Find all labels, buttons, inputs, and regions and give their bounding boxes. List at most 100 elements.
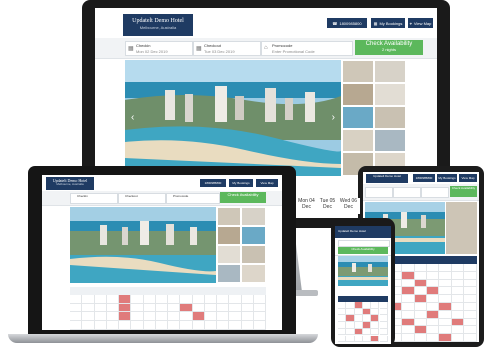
- calendar-cell[interactable]: [168, 312, 181, 322]
- calendar-cell[interactable]: [371, 328, 380, 336]
- calendar-cell[interactable]: [143, 312, 156, 322]
- calendar-cell[interactable]: [414, 287, 427, 296]
- check-availability-button[interactable]: Check Availability: [338, 247, 388, 254]
- view-map-button[interactable]: View Map: [459, 174, 477, 182]
- calendar-cell[interactable]: [82, 312, 95, 322]
- calendar-cell[interactable]: [131, 321, 144, 330]
- calendar-cell[interactable]: [451, 264, 465, 272]
- photo-thumbnail[interactable]: [241, 245, 266, 264]
- calendar-cell[interactable]: [439, 326, 452, 335]
- calendar-cell[interactable]: [346, 328, 355, 336]
- calendar-cell[interactable]: [427, 318, 440, 327]
- calendar-cell[interactable]: [439, 287, 452, 296]
- calendar-cell[interactable]: [464, 303, 477, 311]
- calendar-cell[interactable]: [439, 295, 452, 303]
- calendar-cell[interactable]: [402, 326, 415, 335]
- checkin-field[interactable]: ▦ Checkin Mon 02 Dec 2019: [125, 41, 193, 56]
- calendar-cell[interactable]: [143, 303, 156, 313]
- calendar-cell[interactable]: [464, 295, 477, 303]
- calendar-cell[interactable]: [362, 328, 372, 336]
- calendar-cell[interactable]: [131, 303, 144, 313]
- calendar-cell[interactable]: [180, 312, 193, 322]
- calendar-cell[interactable]: [439, 310, 452, 319]
- calendar-cell[interactable]: [241, 321, 254, 330]
- calendar-cell[interactable]: [362, 315, 372, 323]
- calendar-cell[interactable]: [229, 312, 242, 322]
- calendar-cell[interactable]: [155, 303, 168, 313]
- calendar-cell[interactable]: [451, 279, 465, 288]
- calendar-cell[interactable]: [241, 303, 254, 313]
- calendar-cell[interactable]: [346, 322, 355, 329]
- calendar-cell[interactable]: [371, 308, 380, 316]
- calendar-cell[interactable]: [451, 295, 465, 303]
- calendar-cell[interactable]: [464, 326, 477, 335]
- calendar-cell[interactable]: [439, 303, 452, 311]
- calendar-cell[interactable]: [338, 308, 347, 316]
- hotel-logo[interactable]: Updatelt Demo Hotel Melbourne, Australia: [46, 177, 94, 190]
- calendar-cell[interactable]: [427, 303, 440, 311]
- hotel-logo[interactable]: Updatelt Demo Hotel: [366, 174, 408, 183]
- checkin-field[interactable]: [365, 187, 393, 198]
- calendar-cell[interactable]: [106, 295, 119, 304]
- calendar-cell[interactable]: [427, 334, 440, 342]
- calendar-cell[interactable]: [338, 328, 347, 336]
- calendar-cell[interactable]: [143, 321, 156, 330]
- calendar-cell[interactable]: [371, 322, 380, 329]
- calendar-cell[interactable]: [155, 321, 168, 330]
- calendar-cell[interactable]: [217, 303, 230, 313]
- calendar-cell[interactable]: [70, 312, 83, 322]
- phone-button[interactable]: 1800985800: [413, 174, 435, 182]
- photo-thumbnail[interactable]: [241, 264, 266, 283]
- calendar-cell[interactable]: [379, 335, 388, 342]
- calendar-cell[interactable]: [402, 264, 415, 272]
- calendar-cell[interactable]: [94, 312, 107, 322]
- calendar-cell[interactable]: [119, 295, 132, 304]
- calendar-cell[interactable]: [379, 308, 388, 316]
- calendar-cell[interactable]: [106, 312, 119, 322]
- photo-thumbnail[interactable]: [217, 245, 241, 264]
- checkin-field[interactable]: [338, 240, 390, 247]
- photo-thumbnail[interactable]: [342, 60, 374, 83]
- promocode-field[interactable]: Promocode: [166, 193, 220, 204]
- calendar-cell[interactable]: [155, 312, 168, 322]
- prev-photo-arrow-icon[interactable]: ‹: [131, 112, 134, 123]
- calendar-cell[interactable]: [192, 321, 205, 330]
- calendar-cell[interactable]: [106, 321, 119, 330]
- calendar-cell[interactable]: [180, 303, 193, 313]
- calendar-cell[interactable]: [241, 295, 254, 304]
- calendar-cell[interactable]: [131, 312, 144, 322]
- my-bookings-button[interactable]: ▦ My Bookings: [371, 18, 405, 28]
- calendar-cell[interactable]: [119, 312, 132, 322]
- calendar-cell[interactable]: [402, 295, 415, 303]
- calendar-cell[interactable]: [379, 322, 388, 329]
- calendar-cell[interactable]: [402, 310, 415, 319]
- calendar-cell[interactable]: [402, 318, 415, 327]
- calendar-cell[interactable]: [106, 303, 119, 313]
- calendar-cell[interactable]: [464, 264, 477, 272]
- calendar-cell[interactable]: [464, 310, 477, 319]
- view-map-button[interactable]: ⌖ View Map: [408, 18, 433, 28]
- calendar-cell[interactable]: [414, 310, 427, 319]
- calendar-cell[interactable]: [464, 318, 477, 327]
- check-availability-button[interactable]: Check Availability: [220, 192, 266, 203]
- calendar-cell[interactable]: [168, 321, 181, 330]
- check-availability-button[interactable]: Check Availability 2 nights: [355, 40, 423, 55]
- photo-thumbnail[interactable]: [217, 264, 241, 283]
- check-availability-button[interactable]: Check Availability: [450, 186, 477, 197]
- calendar-cell[interactable]: [70, 303, 83, 313]
- calendar-cell[interactable]: [204, 312, 217, 322]
- phone-button[interactable]: ☎ 1800985800: [327, 18, 367, 28]
- calendar-cell[interactable]: [427, 310, 440, 319]
- calendar-cell[interactable]: [229, 321, 242, 330]
- calendar-cell[interactable]: [168, 303, 181, 313]
- calendar-cell[interactable]: [427, 264, 440, 272]
- calendar-cell[interactable]: [241, 312, 254, 322]
- promocode-field[interactable]: [421, 187, 449, 198]
- calendar-cell[interactable]: [427, 279, 440, 288]
- calendar-cell[interactable]: [192, 303, 205, 313]
- checkout-field[interactable]: Checkout: [118, 193, 166, 204]
- checkin-field[interactable]: Checkin: [70, 193, 118, 204]
- calendar-cell[interactable]: [371, 315, 380, 323]
- checkout-field[interactable]: ▦ Checkout Tue 03 Dec 2019: [193, 41, 261, 56]
- calendar-cell[interactable]: [354, 308, 363, 316]
